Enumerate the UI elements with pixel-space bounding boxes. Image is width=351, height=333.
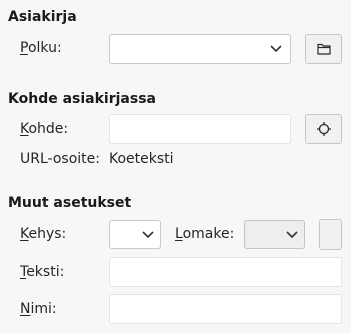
text-label-rest: eksti:	[26, 264, 65, 280]
frame-label-rest: ehys:	[28, 226, 67, 242]
frame-label: Kehys:	[20, 226, 66, 242]
path-label-rest: olku:	[27, 40, 62, 56]
name-input[interactable]	[109, 294, 342, 324]
target-input[interactable]	[109, 114, 291, 144]
path-combobox[interactable]	[109, 34, 291, 64]
text-input[interactable]	[109, 257, 342, 287]
name-label: Nimi:	[20, 301, 57, 317]
form-label: Lomake:	[175, 226, 234, 242]
browse-button[interactable]	[305, 34, 342, 64]
chevron-down-icon	[142, 230, 154, 238]
form-label-mnemonic: L	[175, 226, 183, 242]
target-label-rest: ohde:	[28, 121, 69, 137]
events-button[interactable]	[319, 219, 342, 250]
frame-combobox[interactable]	[109, 220, 161, 249]
target-label: Kohde:	[20, 121, 68, 137]
chevron-down-icon	[270, 45, 282, 53]
path-label: Polku:	[20, 40, 62, 56]
section-title-target: Kohde asiakirjassa	[8, 91, 156, 107]
section-title-other: Muut asetukset	[8, 195, 132, 211]
chevron-down-icon	[286, 230, 298, 238]
name-label-rest: imi:	[30, 301, 57, 317]
url-label: URL-osoite:	[20, 151, 100, 167]
form-combobox[interactable]	[244, 220, 305, 249]
path-label-mnemonic: P	[20, 40, 28, 56]
url-value: Koeteksti	[109, 151, 174, 167]
section-title-document: Asiakirja	[8, 9, 77, 25]
folder-icon	[316, 43, 331, 55]
name-label-mnemonic: N	[20, 301, 31, 317]
target-icon	[316, 122, 331, 136]
text-label: Teksti:	[20, 264, 64, 280]
target-in-document-button[interactable]	[305, 114, 342, 144]
form-label-rest: omake:	[182, 226, 235, 242]
